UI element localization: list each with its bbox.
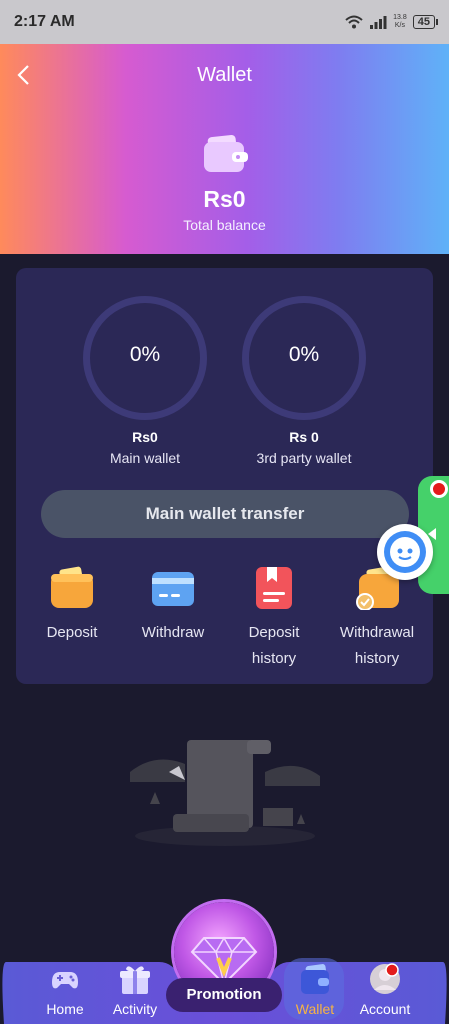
net-speed: 13.8 K/s — [393, 14, 407, 29]
third-party-wallet-percent: 0% — [288, 343, 320, 366]
empty-state-illustration — [130, 740, 320, 846]
withdrawal-history-label: Withdrawal history — [339, 624, 415, 667]
main-wallet-label: Main wallet — [109, 450, 181, 466]
gift-icon — [120, 966, 150, 994]
battery-icon: 45 — [412, 15, 439, 29]
deposit-history-label: Deposit history — [248, 624, 300, 667]
nav-promotion[interactable]: Promotion — [166, 978, 282, 1012]
nav-activity[interactable]: Activity — [100, 962, 170, 1017]
avatar-icon — [370, 963, 400, 994]
main-wallet-percent: 0% — [129, 343, 161, 366]
status-time: 2:17 AM — [14, 13, 75, 30]
gamepad-icon — [52, 972, 78, 989]
nav-wallet[interactable]: Wallet — [280, 962, 350, 1017]
notification-dot — [430, 480, 448, 498]
wallet-card: 0% 0% Rs0 Main wallet Rs 0 3rd party wal… — [16, 268, 433, 684]
total-balance-label: Total balance — [183, 217, 266, 233]
third-party-wallet-amount: Rs 0 — [289, 429, 319, 445]
deposit-history-icon — [256, 567, 292, 609]
nav-home[interactable]: Home — [30, 962, 100, 1017]
total-balance-amount: Rs0 — [203, 186, 246, 212]
chat-bot-icon — [384, 531, 426, 573]
main-wallet-transfer-button[interactable]: Main wallet transfer — [41, 490, 409, 538]
wallet-header: Wallet Rs0 Total balance — [0, 44, 449, 254]
wallet-nav-icon — [301, 964, 329, 994]
main-wallet-amount: Rs0 — [132, 429, 158, 445]
third-party-wallet-label: 3rd party wallet — [256, 450, 352, 466]
wifi-icon — [345, 15, 363, 29]
deposit-icon — [51, 566, 93, 608]
status-icons: 13.8 K/s 45 — [345, 14, 439, 30]
withdraw-card-icon — [152, 572, 194, 606]
third-party-wallet-progress-ring: 0% — [242, 296, 366, 420]
withdraw-button[interactable]: Withdraw — [126, 566, 220, 646]
deposit-label: Deposit — [46, 624, 98, 641]
nav-account[interactable]: Account — [350, 962, 420, 1017]
page-title: Wallet — [197, 64, 252, 86]
withdraw-label: Withdraw — [141, 624, 205, 641]
customer-service-bubble[interactable] — [377, 524, 433, 580]
status-bar: 2:17 AM 13.8 K/s 45 — [0, 0, 449, 44]
deposit-button[interactable]: Deposit — [25, 566, 119, 646]
main-wallet-progress-ring: 0% — [83, 296, 207, 420]
deposit-history-button[interactable]: Deposit history — [227, 566, 321, 672]
signal-icon — [370, 16, 387, 29]
withdrawal-history-button[interactable]: Withdrawal history — [330, 566, 424, 672]
wallet-icon — [204, 134, 248, 172]
